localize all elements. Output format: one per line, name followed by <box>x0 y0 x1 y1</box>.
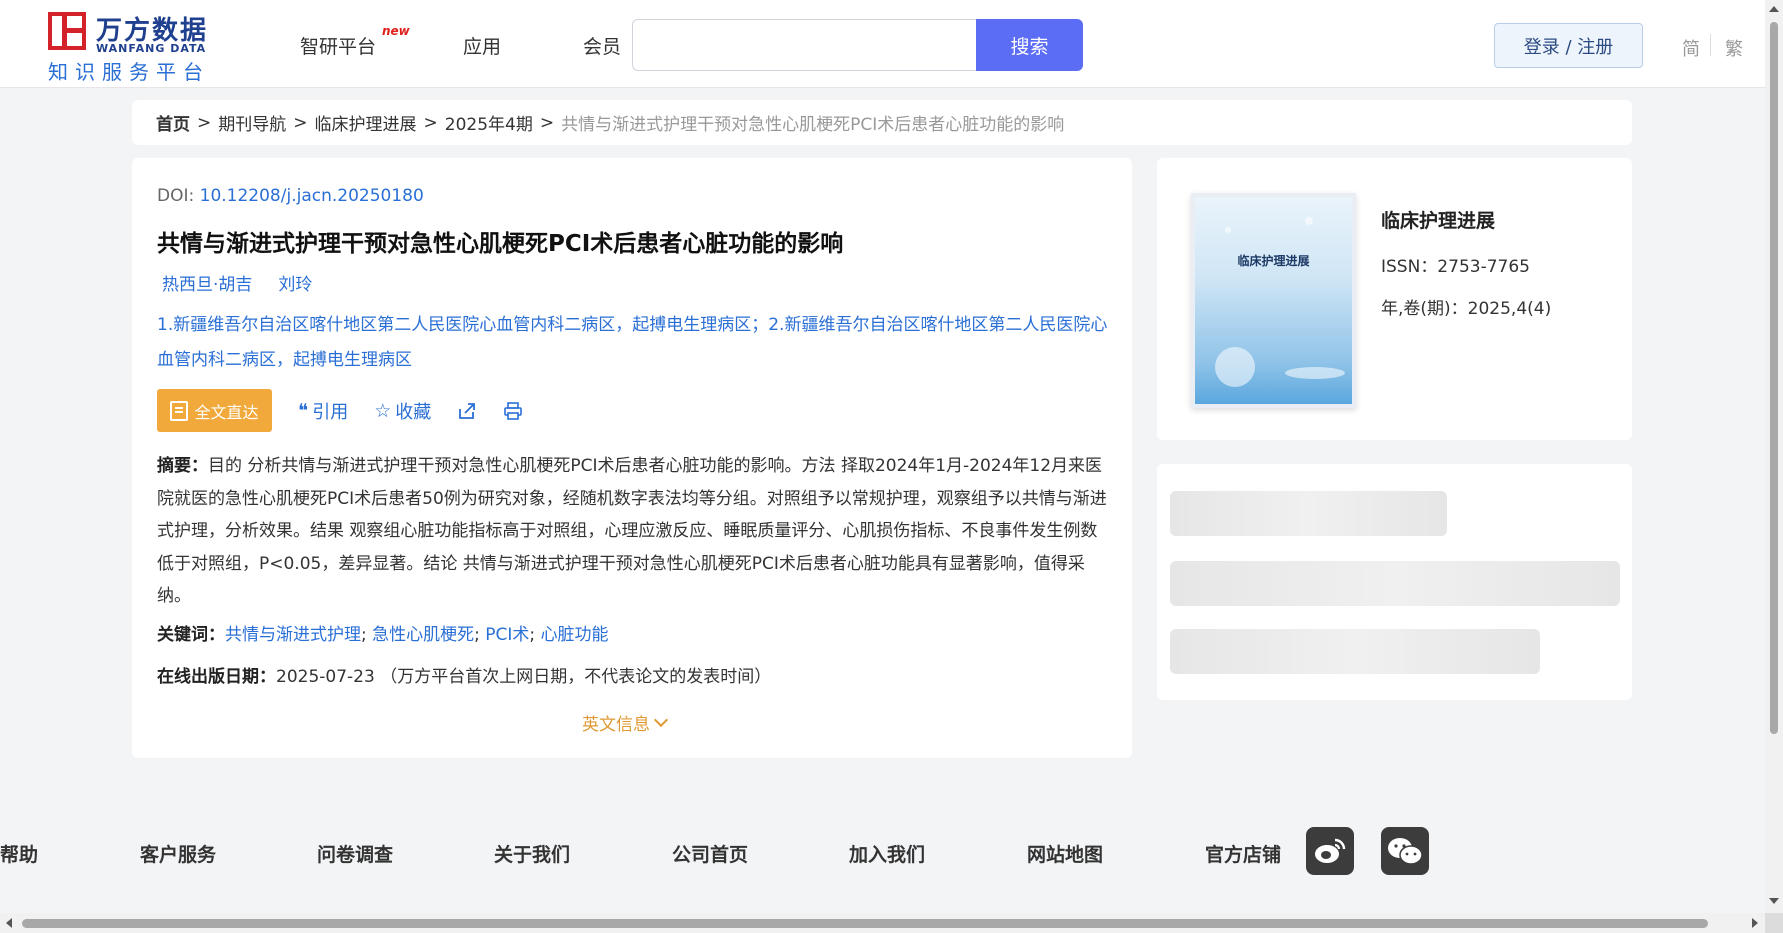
abstract-label: 摘要： <box>157 456 208 476</box>
fulltext-label: 全文直达 <box>194 402 259 422</box>
pubdate-label: 在线出版日期： <box>157 667 276 687</box>
search-input[interactable] <box>632 19 977 71</box>
journal-cover[interactable]: 临床护理进展 <box>1191 193 1356 408</box>
author-link[interactable]: 热西旦·胡吉 <box>162 270 252 295</box>
login-register-button[interactable]: 登录 / 注册 <box>1494 23 1643 68</box>
breadcrumb-sep: > <box>197 112 212 133</box>
chevron-down-icon <box>653 712 669 727</box>
cover-title: 临床护理进展 <box>1237 254 1310 268</box>
author-list: 热西旦·胡吉 刘玲 <box>162 270 312 295</box>
journal-name[interactable]: 临床护理进展 <box>1381 206 1495 233</box>
print-button[interactable] <box>503 401 523 421</box>
doi-link[interactable]: 10.12208/j.jacn.20250180 <box>200 186 424 206</box>
footer-official-store[interactable]: 官方店铺 <box>1205 840 1281 867</box>
footer-about[interactable]: 关于我们 <box>494 840 570 867</box>
favorite-button[interactable]: ☆ 收藏 <box>374 398 431 424</box>
keyword-link[interactable]: 共情与渐进式护理 <box>225 625 361 645</box>
vertical-scrollbar[interactable] <box>1765 0 1783 933</box>
cover-decoration <box>1305 217 1313 225</box>
lang-simplified[interactable]: 简 <box>1682 35 1700 61</box>
breadcrumb-current: 共情与渐进式护理干预对急性心肌梗死PCI术后患者心脏功能的影响 <box>561 115 1065 135</box>
free-document-icon <box>170 400 189 421</box>
skeleton-line <box>1170 561 1620 606</box>
scroll-down-icon[interactable] <box>1769 898 1779 904</box>
pubdate-value: 2025-07-23 <box>276 667 375 687</box>
article-actions: 全文直达 ❝ 引用 ☆ 收藏 <box>157 389 523 432</box>
lang-traditional[interactable]: 繁 <box>1725 35 1743 61</box>
keyword-link[interactable]: PCI术 <box>485 625 529 645</box>
nav-new-badge: new <box>382 24 410 38</box>
breadcrumb-journal[interactable]: 临床护理进展 <box>315 110 417 135</box>
english-info-label: 英文信息 <box>582 715 650 735</box>
breadcrumb-home[interactable]: 首页 <box>156 110 190 135</box>
printer-icon <box>504 401 523 420</box>
cover-decoration <box>1285 367 1345 379</box>
nav-membership[interactable]: 会员 <box>583 32 621 59</box>
cite-button[interactable]: ❝ 引用 <box>298 398 348 424</box>
vertical-scroll-thumb[interactable] <box>1770 22 1778 734</box>
doi-label: DOI: <box>157 186 195 206</box>
cover-decoration <box>1215 347 1255 387</box>
favorite-label: 收藏 <box>395 401 432 423</box>
breadcrumb: 首页 > 期刊导航 > 临床护理进展 > 2025年4期 > 共情与渐进式护理干… <box>132 100 1632 145</box>
breadcrumb-sep: > <box>293 112 308 133</box>
pubdate-note: （万方平台首次上网日期，不代表论文的发表时间） <box>380 667 772 687</box>
cover-decoration <box>1225 227 1231 233</box>
keyword-link[interactable]: 心脏功能 <box>541 625 609 645</box>
keyword-link[interactable]: 急性心肌梗死 <box>372 625 474 645</box>
breadcrumb-sep: > <box>423 112 438 133</box>
breadcrumb-issue[interactable]: 2025年4期 <box>445 110 533 135</box>
article-title: 共情与渐进式护理干预对急性心肌梗死PCI术后患者心脏功能的影响 <box>157 231 844 257</box>
footer-customer-service[interactable]: 客户服务 <box>140 840 216 867</box>
article-card: DOI: 10.12208/j.jacn.20250180 共情与渐进式护理干预… <box>132 158 1132 758</box>
weibo-icon[interactable] <box>1306 827 1354 875</box>
footer-help[interactable]: 帮助 <box>0 840 38 867</box>
lang-divider <box>1710 34 1711 56</box>
nav-apps[interactable]: 应用 <box>463 32 501 59</box>
wechat-icon[interactable] <box>1381 827 1429 875</box>
journal-volume: 年,卷(期)：2025,4(4) <box>1381 299 1552 319</box>
site-header: 万方数据 WANFANG DATA 知识服务平台 智研平台 new 应用 会员 … <box>0 0 1765 88</box>
skeleton-line <box>1170 491 1447 536</box>
search-button[interactable]: 搜索 <box>976 19 1083 71</box>
horizontal-scroll-thumb[interactable] <box>22 919 1708 928</box>
scroll-left-icon[interactable] <box>6 918 12 928</box>
share-button[interactable] <box>457 401 477 421</box>
share-icon <box>459 402 476 419</box>
scroll-up-icon[interactable] <box>1769 6 1779 12</box>
affiliation[interactable]: 1.新疆维吾尔自治区喀什地区第二人民医院心血管内科二病区，起搏电生理病区；2.新… <box>157 308 1112 378</box>
english-info-toggle[interactable]: 英文信息 <box>582 710 669 735</box>
nav-zhiyan[interactable]: 智研平台 <box>300 32 376 59</box>
abstract: 摘要：目的 分析共情与渐进式护理干预对急性心肌梗死PCI术后患者心脏功能的影响。… <box>157 450 1112 613</box>
skeleton-line <box>1170 629 1540 674</box>
logo-subtitle: 知识服务平台 <box>48 60 210 84</box>
footer-sitemap[interactable]: 网站地图 <box>1027 840 1103 867</box>
publish-date: 在线出版日期：2025-07-23 （万方平台首次上网日期，不代表论文的发表时间… <box>157 662 771 687</box>
scrollbar-corner <box>1765 913 1783 933</box>
doi-line: DOI: 10.12208/j.jacn.20250180 <box>157 186 424 206</box>
logo-en-text: WANFANG DATA <box>96 42 207 55</box>
footer-survey[interactable]: 问卷调查 <box>317 840 393 867</box>
horizontal-scrollbar[interactable] <box>0 913 1765 933</box>
footer-join-us[interactable]: 加入我们 <box>849 840 925 867</box>
breadcrumb-journal-nav[interactable]: 期刊导航 <box>218 110 286 135</box>
abstract-text: 目的 分析共情与渐进式护理干预对急性心肌梗死PCI术后患者心脏功能的影响。方法 … <box>157 456 1107 606</box>
star-icon: ☆ <box>374 399 392 422</box>
quote-icon: ❝ <box>298 399 309 422</box>
footer-company-home[interactable]: 公司首页 <box>672 840 748 867</box>
loading-placeholder-card <box>1157 464 1632 700</box>
cite-label: 引用 <box>312 401 349 423</box>
journal-issn: ISSN：2753-7765 <box>1381 257 1530 277</box>
wanfang-logo[interactable]: 万方数据 WANFANG DATA 知识服务平台 <box>48 10 218 84</box>
journal-card: 临床护理进展 临床护理进展 ISSN：2753-7765 年,卷(期)：2025… <box>1157 158 1632 440</box>
wanfang-logo-icon <box>48 12 86 50</box>
fulltext-button[interactable]: 全文直达 <box>157 389 272 432</box>
author-link[interactable]: 刘玲 <box>278 270 312 295</box>
scroll-right-icon[interactable] <box>1752 918 1758 928</box>
breadcrumb-sep: > <box>539 112 555 133</box>
keywords-label: 关键词： <box>157 625 225 645</box>
keywords: 关键词：共情与渐进式护理; 急性心肌梗死; PCI术; 心脏功能 <box>157 625 609 645</box>
